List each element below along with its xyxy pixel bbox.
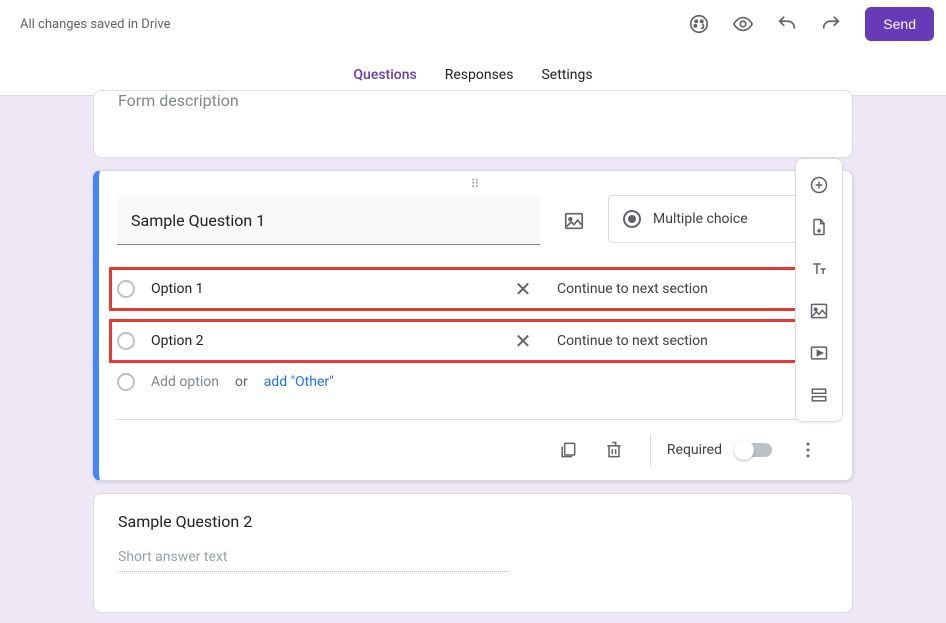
separator [650,434,651,466]
tab-questions[interactable]: Questions [353,55,416,95]
top-bar: All changes saved in Drive Send [0,0,946,48]
palette-icon[interactable] [679,4,719,44]
main-area: Form description ⠿ Sample Question 1 Mul… [0,96,946,623]
option-radio-icon [117,332,135,350]
undo-icon[interactable] [767,4,807,44]
add-option-input[interactable]: Add option [151,374,219,390]
option-row-2: Option 2 ✕ Continue to next section [109,319,836,363]
add-section-button[interactable] [799,375,839,415]
save-status: All changes saved in Drive [20,17,171,32]
floating-toolbar [795,158,843,422]
add-question-button[interactable] [799,165,839,205]
radio-icon [623,210,641,228]
required-label: Required [667,442,722,458]
eye-icon[interactable] [723,4,763,44]
close-icon[interactable]: ✕ [507,277,539,301]
option-radio-icon [117,373,135,391]
question-title-input[interactable]: Sample Question 1 [117,195,540,245]
form-column: Form description ⠿ Sample Question 1 Mul… [93,96,853,623]
send-button[interactable]: Send [865,7,934,41]
option-goto-label: Continue to next section [557,281,708,297]
option-text-input[interactable]: Option 2 [151,333,507,349]
drag-handle-icon[interactable]: ⠿ [471,177,481,191]
question-header: Sample Question 1 Multiple choice [117,195,828,245]
or-text: or [235,374,248,390]
options-area: Option 1 ✕ Continue to next section Opti… [117,267,828,391]
add-image-button[interactable] [799,291,839,331]
more-vert-icon[interactable] [788,430,828,470]
question-card-1[interactable]: ⠿ Sample Question 1 Multiple choice [93,170,853,481]
add-option-row: Add option or add "Other" [117,373,828,391]
redo-icon[interactable] [811,4,851,44]
top-actions: Send [679,4,934,44]
tab-responses[interactable]: Responses [445,55,514,95]
question-footer: Required [117,419,828,480]
required-toggle[interactable] [736,443,772,457]
import-doc-button[interactable] [799,207,839,247]
question-card-2[interactable]: Sample Question 2 Short answer text [93,493,853,613]
add-title-button[interactable] [799,249,839,289]
tab-settings[interactable]: Settings [541,55,592,95]
form-description-placeholder[interactable]: Form description [118,91,239,110]
question-type-label: Multiple choice [653,211,748,227]
close-icon[interactable]: ✕ [507,329,539,353]
form-header-card: Form description [93,90,853,158]
tab-row: Questions Responses Settings [0,48,946,96]
add-video-button[interactable] [799,333,839,373]
option-goto-label: Continue to next section [557,333,708,349]
option-text-input[interactable]: Option 1 [151,281,507,297]
option-goto-select[interactable]: Continue to next section [539,281,828,297]
short-answer-placeholder: Short answer text [118,549,509,572]
option-goto-select[interactable]: Continue to next section [539,333,828,349]
trash-icon[interactable] [594,430,634,470]
copy-icon[interactable] [548,430,588,470]
add-other-link[interactable]: add "Other" [264,374,334,390]
question-title: Sample Question 2 [118,512,828,531]
option-row-1: Option 1 ✕ Continue to next section [109,267,836,311]
add-image-icon[interactable] [556,203,592,239]
option-radio-icon [117,280,135,298]
